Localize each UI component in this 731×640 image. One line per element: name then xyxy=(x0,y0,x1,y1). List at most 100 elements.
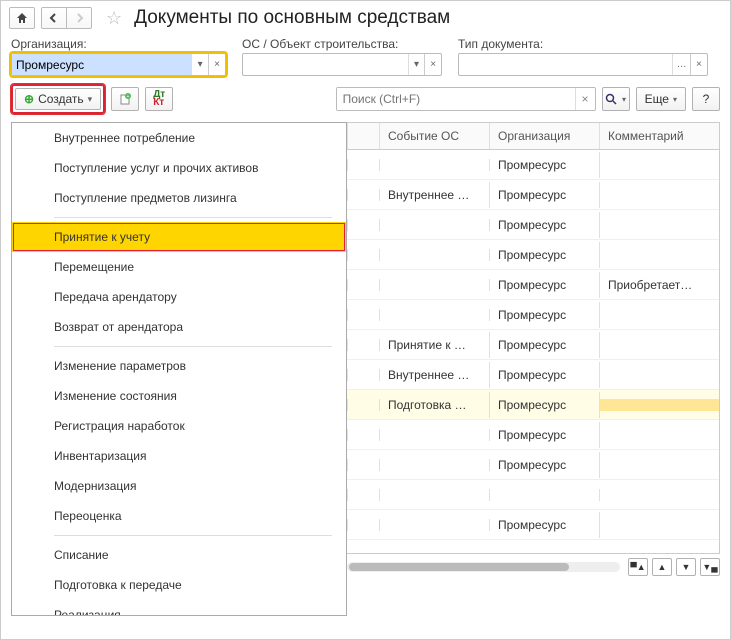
cell-event: Внутреннее … xyxy=(380,182,490,208)
filter-doctype-input[interactable] xyxy=(459,54,672,75)
create-menu-item[interactable]: Поступление услуг и прочих активов xyxy=(12,153,346,183)
create-menu-item[interactable]: Инвентаризация xyxy=(12,441,346,471)
create-menu-item[interactable]: Передача арендатору xyxy=(12,282,346,312)
cell-org: Промресурс xyxy=(490,182,600,208)
create-menu-item[interactable]: Изменение состояния xyxy=(12,381,346,411)
create-menu-item[interactable]: Модернизация xyxy=(12,471,346,501)
filter-doctype-combo[interactable]: … × xyxy=(458,53,708,76)
cell-org: Промресурс xyxy=(490,332,600,358)
create-menu-item[interactable]: Принятие к учету xyxy=(12,222,346,252)
cell-comment xyxy=(600,309,719,321)
col-comment[interactable]: Комментарий xyxy=(600,123,720,149)
filter-org-label: Организация: xyxy=(11,37,226,51)
page-title: Документы по основным средствам xyxy=(134,7,450,29)
home-button[interactable] xyxy=(9,7,35,29)
chevron-down-icon: ▾ xyxy=(88,94,93,105)
cell-event xyxy=(380,459,490,471)
create-menu-item[interactable]: Регистрация наработок xyxy=(12,411,346,441)
help-label: ? xyxy=(703,92,710,106)
create-menu-item[interactable]: Реализация xyxy=(12,600,346,616)
menu-separator xyxy=(54,535,332,536)
cell-comment xyxy=(600,459,719,471)
cell-org: Промресурс xyxy=(490,272,600,298)
col-org[interactable]: Организация xyxy=(490,123,600,149)
dt-kt-button[interactable]: ДтКт xyxy=(145,87,173,111)
h-scrollbar[interactable] xyxy=(347,562,620,572)
combo-clear-icon[interactable]: × xyxy=(208,54,225,75)
create-button[interactable]: ⊕ Создать ▾ xyxy=(15,88,101,110)
forward-button[interactable] xyxy=(66,7,92,29)
cell-org: Промресурс xyxy=(490,302,600,328)
cell-comment xyxy=(600,519,719,531)
cell-org xyxy=(490,489,600,501)
more-button[interactable]: Еще ▾ xyxy=(636,87,686,111)
menu-separator xyxy=(54,346,332,347)
page-last-button[interactable]: ▼▄ xyxy=(700,558,720,576)
filter-os-label: ОС / Объект строительства: xyxy=(242,37,442,51)
combo-more-icon[interactable]: … xyxy=(672,54,689,75)
create-menu-item[interactable]: Перемещение xyxy=(12,252,346,282)
back-button[interactable] xyxy=(41,7,67,29)
cell-comment xyxy=(600,219,719,231)
cell-org: Промресурс xyxy=(490,392,600,418)
cell-event xyxy=(380,519,490,531)
search-box[interactable]: × xyxy=(336,87,596,111)
filter-org-combo[interactable]: ▾ × xyxy=(11,53,226,76)
h-scroll-thumb[interactable] xyxy=(349,563,569,571)
create-label: Создать xyxy=(38,92,84,106)
combo-clear-icon[interactable]: × xyxy=(690,54,707,75)
page-first-button[interactable]: ▀▲ xyxy=(628,558,648,576)
create-menu-item[interactable]: Переоценка xyxy=(12,501,346,531)
copy-button[interactable]: + xyxy=(111,87,139,111)
combo-clear-icon[interactable]: × xyxy=(424,54,441,75)
cell-event xyxy=(380,249,490,261)
cell-org: Промресурс xyxy=(490,152,600,178)
cell-org: Промресурс xyxy=(490,362,600,388)
search-clear-icon[interactable]: × xyxy=(575,88,595,110)
filter-os-input[interactable] xyxy=(243,54,408,75)
cell-event xyxy=(380,279,490,291)
cell-event: Принятие к … xyxy=(380,332,490,358)
cell-comment xyxy=(600,339,719,351)
filter-org-input[interactable] xyxy=(12,54,191,75)
combo-dropdown-icon[interactable]: ▾ xyxy=(408,54,425,75)
cell-org: Промресурс xyxy=(490,512,600,538)
create-menu-item[interactable]: Списание xyxy=(12,540,346,570)
help-button[interactable]: ? xyxy=(692,87,720,111)
chevron-down-icon: ▾ xyxy=(673,95,677,104)
cell-org: Промресурс xyxy=(490,242,600,268)
cell-event xyxy=(380,159,490,171)
filter-doctype-label: Тип документа: xyxy=(458,37,708,51)
cell-event xyxy=(380,489,490,501)
create-menu-item[interactable]: Поступление предметов лизинга xyxy=(12,183,346,213)
col-event[interactable]: Событие ОС xyxy=(380,123,490,149)
search-input[interactable] xyxy=(337,88,575,110)
cell-comment xyxy=(600,189,719,201)
cell-comment xyxy=(600,249,719,261)
create-menu-item[interactable]: Возврат от арендатора xyxy=(12,312,346,342)
cell-org: Промресурс xyxy=(490,452,600,478)
create-menu-item[interactable]: Внутреннее потребление xyxy=(12,123,346,153)
cell-comment: Приобретает… xyxy=(600,272,719,298)
filter-os-combo[interactable]: ▾ × xyxy=(242,53,442,76)
create-menu-item[interactable]: Подготовка к передаче xyxy=(12,570,346,600)
cell-comment xyxy=(600,429,719,441)
more-label: Еще xyxy=(645,92,669,106)
cell-event: Внутреннее … xyxy=(380,362,490,388)
page-down-button[interactable]: ▼ xyxy=(676,558,696,576)
cell-org: Промресурс xyxy=(490,422,600,448)
cell-event xyxy=(380,309,490,321)
cell-event xyxy=(380,429,490,441)
search-button[interactable]: ▾ xyxy=(602,87,630,111)
combo-dropdown-icon[interactable]: ▾ xyxy=(191,54,208,75)
plus-icon: ⊕ xyxy=(24,92,34,106)
create-dropdown: Внутреннее потреблениеПоступление услуг … xyxy=(11,122,347,616)
svg-text:+: + xyxy=(127,94,130,100)
favorite-icon[interactable]: ☆ xyxy=(106,8,122,29)
cell-org: Промресурс xyxy=(490,212,600,238)
cell-comment xyxy=(600,399,719,411)
col-blank[interactable] xyxy=(348,123,380,149)
create-menu-item[interactable]: Изменение параметров xyxy=(12,351,346,381)
page-up-button[interactable]: ▲ xyxy=(652,558,672,576)
cell-event xyxy=(380,219,490,231)
